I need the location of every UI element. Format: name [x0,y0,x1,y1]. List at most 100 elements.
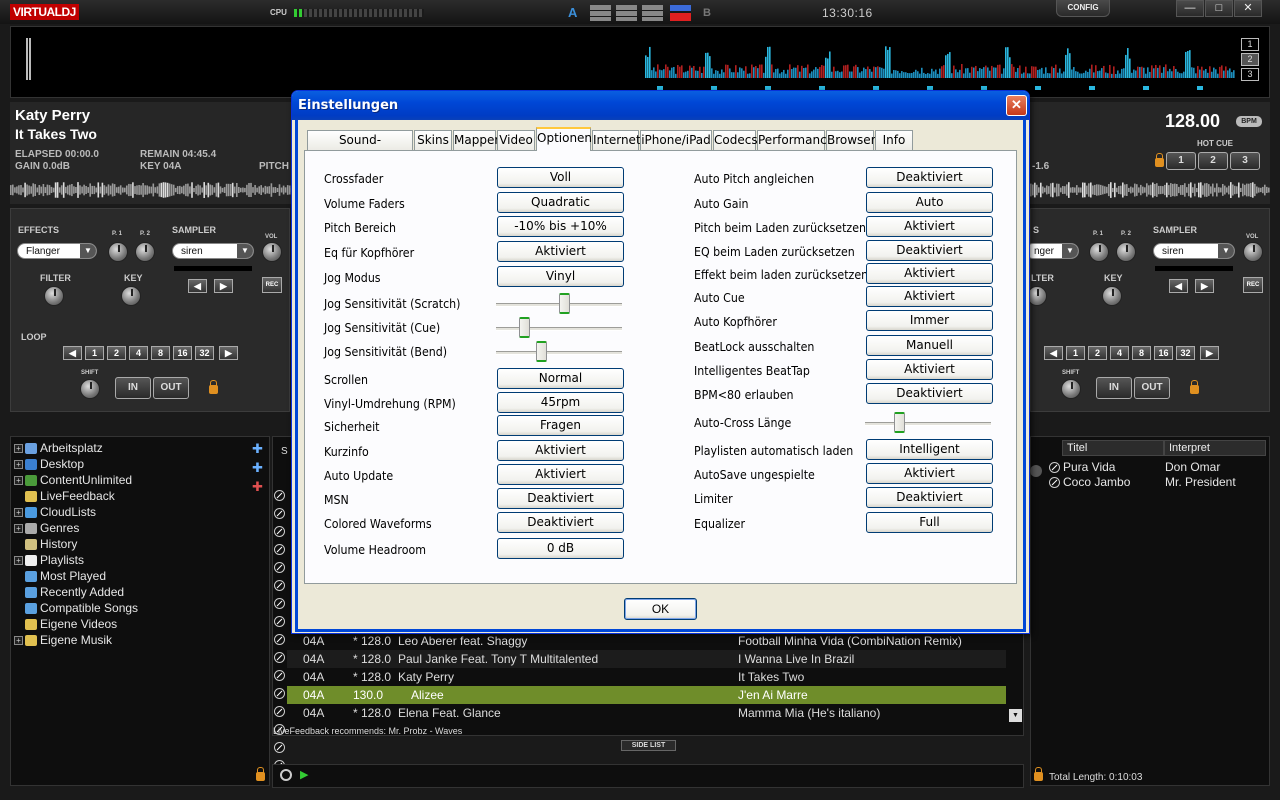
tab-performance[interactable]: Performance [757,130,834,150]
scroll-down-icon[interactable]: ▼ [1009,709,1022,722]
table-row[interactable]: 04A 130.0 Alizee J'en Ai Marre [287,686,1006,704]
track-status-icon[interactable] [274,526,285,537]
deck-a-song-waveform[interactable] [10,180,295,200]
track-status-icon[interactable] [274,670,285,681]
zoom-button-3[interactable]: 3 [1241,68,1259,81]
option-button[interactable]: Aktiviert [497,440,624,461]
option-button[interactable]: Manuell [866,335,993,356]
deck-a-indicator[interactable]: A [568,5,577,20]
option-button[interactable]: Aktiviert [866,263,993,284]
sidelist-title[interactable]: Coco Jambo [1063,475,1130,489]
sampler-next-button-b[interactable]: ▶ [1195,279,1214,293]
option-button[interactable]: Normal [497,368,624,389]
remove-folder-icon[interactable]: ✚ [252,480,265,493]
option-button[interactable]: Aktiviert [866,463,993,484]
filter-knob[interactable] [44,286,64,306]
loop-out-button-b[interactable]: OUT [1134,377,1170,399]
side-list-button[interactable]: SIDE LIST [621,740,676,751]
tab-optionen[interactable]: Optionen [536,127,592,151]
bpm-unit-badge[interactable]: BPM [1236,116,1262,127]
slider-thumb[interactable] [536,341,548,362]
sampler-select-b[interactable]: siren ▼ [1153,243,1235,259]
loop-shift-knob[interactable] [80,379,100,399]
deck-b-indicator[interactable]: B [703,7,711,19]
option-button[interactable]: Voll [497,167,624,188]
slider-track[interactable] [865,422,991,426]
dialog-titlebar[interactable] [292,91,1029,120]
option-button[interactable]: 0 dB [497,538,624,559]
hot-cue-1-button[interactable]: 1 [1166,152,1196,170]
track-status-icon[interactable] [274,508,285,519]
hot-cue-3-button[interactable]: 3 [1230,152,1260,170]
tab-iphone-ipad[interactable]: iPhone/iPad [640,130,712,150]
search-icon[interactable] [280,769,292,781]
loop-size-button[interactable]: 8 [151,346,170,360]
slider-track[interactable] [496,327,622,331]
loop-out-button[interactable]: OUT [153,377,189,399]
crossfader-segment[interactable] [642,5,663,21]
tree-item[interactable]: Genres [40,521,79,535]
browser-lock-icon[interactable] [256,767,265,781]
tree-item[interactable]: LiveFeedback [40,489,115,503]
tab-video[interactable]: Video [497,130,535,150]
table-row[interactable]: 04A * 128.0 Paul Janke Feat. Tony T Multit… [287,650,1006,668]
option-button[interactable]: Deaktiviert [497,488,624,509]
sampler-prev-button[interactable]: ◀ [188,279,207,293]
tab-codecs[interactable]: Codecs [713,130,758,150]
sampler-select[interactable]: siren ▼ [172,243,254,259]
loop-size-button[interactable]: 32 [1176,346,1195,360]
option-button[interactable]: Quadratic [497,192,624,213]
effect-select[interactable]: Flanger ▼ [17,243,97,259]
tab-skins[interactable]: Skins [414,130,452,150]
loop-size-button[interactable]: 16 [1154,346,1173,360]
sampler-rec-button-b[interactable]: REC [1243,277,1263,293]
ok-button[interactable]: OK [624,598,697,620]
track-status-icon[interactable] [274,598,285,609]
track-status-icon[interactable] [274,652,285,663]
effect-p1-knob-b[interactable] [1089,242,1109,262]
loop-lock-icon-b[interactable] [1190,380,1199,394]
loop-shift-knob-b[interactable] [1061,379,1081,399]
search-bar[interactable] [272,764,1024,788]
tree-item[interactable]: Compatible Songs [40,601,138,615]
key-knob[interactable] [121,286,141,306]
option-button[interactable]: Aktiviert [866,359,993,380]
loop-size-button[interactable]: 16 [173,346,192,360]
add-folder-icon[interactable]: ✚ [252,442,265,455]
track-status-icon[interactable] [274,490,285,501]
loop-size-button[interactable]: 4 [1110,346,1129,360]
tree-item[interactable]: Playlists [40,553,84,567]
tab-browser[interactable]: Browser [826,130,876,150]
option-button[interactable]: Immer [866,310,993,331]
track-status-icon[interactable] [274,634,285,645]
zoom-button-2[interactable]: 2 [1241,53,1259,66]
tab-internet[interactable]: Internet [592,130,641,150]
effect-p2-knob[interactable] [135,242,155,262]
maximize-button[interactable]: □ [1205,0,1233,17]
loop-size-button[interactable]: 1 [85,346,104,360]
tab-mapper[interactable]: Mapper [453,130,499,150]
option-button[interactable]: Vinyl [497,266,624,287]
sidelist-scroll-icon[interactable] [1030,465,1042,477]
loop-double-button[interactable]: ▶ [219,346,238,360]
loop-lock-icon[interactable] [209,380,218,394]
track-status-icon[interactable] [274,706,285,717]
loop-in-button-b[interactable]: IN [1096,377,1132,399]
sidelist-lock-icon[interactable] [1034,767,1043,781]
minimize-button[interactable]: — [1176,0,1204,17]
tree-item[interactable]: Eigene Musik [40,633,112,647]
loop-halve-button-b[interactable]: ◀ [1044,346,1063,360]
expand-icon[interactable]: + [14,636,23,645]
expand-icon[interactable]: + [14,524,23,533]
crossfader-segment-active[interactable] [670,5,691,21]
option-button[interactable]: Deaktiviert [497,512,624,533]
sampler-rec-button[interactable]: REC [262,277,282,293]
zoom-button-1[interactable]: 1 [1241,38,1259,51]
loop-size-button[interactable]: 1 [1066,346,1085,360]
expand-icon[interactable]: + [14,444,23,453]
deck-b-song-waveform[interactable] [1030,180,1270,200]
track-status-icon[interactable] [1049,477,1060,488]
option-button[interactable]: Auto [866,192,993,213]
key-knob-b[interactable] [1102,286,1122,306]
track-status-icon[interactable] [274,562,285,573]
